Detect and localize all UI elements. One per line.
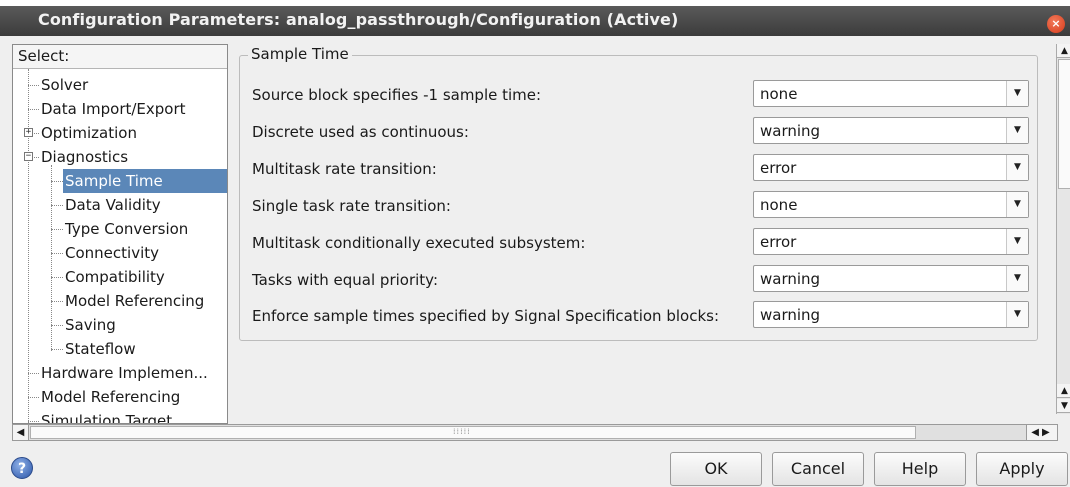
group-title: Sample Time (248, 45, 352, 63)
param-label: Multitask conditionally executed subsyst… (252, 234, 586, 252)
scroll-thumb[interactable] (30, 426, 916, 439)
enforce-sample-times-select[interactable]: warning ▼ (753, 301, 1029, 328)
help-button[interactable]: Help (874, 452, 966, 486)
multitask-conditional-subsystem-select[interactable]: error ▼ (753, 228, 1029, 255)
discrete-as-continuous-select[interactable]: warning ▼ (753, 117, 1029, 144)
cancel-button[interactable]: Cancel (772, 452, 864, 486)
close-icon[interactable]: × (1047, 15, 1065, 33)
tree-item-stateflow[interactable]: Stateflow (13, 337, 227, 361)
apply-button[interactable]: Apply (976, 452, 1068, 486)
dropdown-arrow-icon[interactable]: ▼ (1006, 155, 1028, 180)
tree-item-model-referencing-diag[interactable]: Model Referencing (13, 289, 227, 313)
tree-item-saving[interactable]: Saving (13, 313, 227, 337)
dropdown-arrow-icon[interactable]: ▼ (1006, 266, 1028, 291)
param-label: Discrete used as continuous: (252, 123, 469, 141)
help-icon[interactable]: ? (11, 457, 33, 479)
source-block-sample-time-select[interactable]: none ▼ (753, 80, 1029, 107)
scroll-left-icon[interactable]: ◀ (13, 425, 29, 440)
tree-panel[interactable]: Select: Solver Data Import/Export + Opti… (12, 44, 228, 424)
tasks-equal-priority-select[interactable]: warning ▼ (753, 265, 1029, 292)
tree-item-data-validity[interactable]: Data Validity (13, 193, 227, 217)
tree-item-hardware-implementation[interactable]: Hardware Implemen... (13, 361, 227, 385)
vertical-scrollbar[interactable]: ▲ ▲ ▼ (1056, 44, 1070, 414)
param-label: Tasks with equal priority: (252, 271, 439, 289)
scroll-down-icon[interactable]: ▼ (1057, 399, 1070, 413)
tree-item-diagnostics[interactable]: − Diagnostics (13, 145, 227, 169)
scroll-left-right-icon[interactable]: ◀▶ (1026, 425, 1057, 440)
expand-icon[interactable]: + (24, 128, 33, 137)
single-task-rate-transition-select[interactable]: none ▼ (753, 191, 1029, 218)
horizontal-scrollbar[interactable]: ◀ ⁞⁞⁞⁞⁞ ◀▶ (12, 424, 1058, 441)
tree-header: Select: (13, 45, 227, 69)
tree-item-compatibility[interactable]: Compatibility (13, 265, 227, 289)
param-label: Multitask rate transition: (252, 160, 437, 178)
tree-item-type-conversion[interactable]: Type Conversion (13, 217, 227, 241)
tree-item-data-import-export[interactable]: Data Import/Export (13, 97, 227, 121)
dropdown-arrow-icon[interactable]: ▼ (1006, 302, 1028, 327)
scroll-up-icon[interactable]: ▲ (1057, 44, 1070, 58)
tree-item-model-referencing[interactable]: Model Referencing (13, 385, 227, 409)
tree-item-sample-time[interactable]: Sample Time (13, 169, 227, 193)
tree-item-optimization[interactable]: + Optimization (13, 121, 227, 145)
dropdown-arrow-icon[interactable]: ▼ (1006, 192, 1028, 217)
dropdown-arrow-icon[interactable]: ▼ (1006, 229, 1028, 254)
dropdown-arrow-icon[interactable]: ▼ (1006, 118, 1028, 143)
multitask-rate-transition-select[interactable]: error ▼ (753, 154, 1029, 181)
window-title: Configuration Parameters: analog_passthr… (38, 10, 679, 29)
scroll-thumb[interactable] (1058, 59, 1070, 189)
ok-button[interactable]: OK (670, 452, 762, 486)
tree-item-solver[interactable]: Solver (13, 73, 227, 97)
grip-icon: ⁞⁞⁞⁞⁞ (453, 427, 471, 436)
param-label: Single task rate transition: (252, 197, 451, 215)
collapse-icon[interactable]: − (24, 152, 33, 161)
scroll-up-icon[interactable]: ▲ (1057, 384, 1070, 398)
title-bar[interactable]: Configuration Parameters: analog_passthr… (0, 6, 1070, 36)
param-label: Enforce sample times specified by Signal… (252, 307, 719, 325)
param-label: Source block specifies -1 sample time: (252, 86, 542, 104)
dropdown-arrow-icon[interactable]: ▼ (1006, 81, 1028, 106)
tree-item-connectivity[interactable]: Connectivity (13, 241, 227, 265)
tree-item-simulation-target[interactable]: Simulation Target (13, 409, 227, 423)
